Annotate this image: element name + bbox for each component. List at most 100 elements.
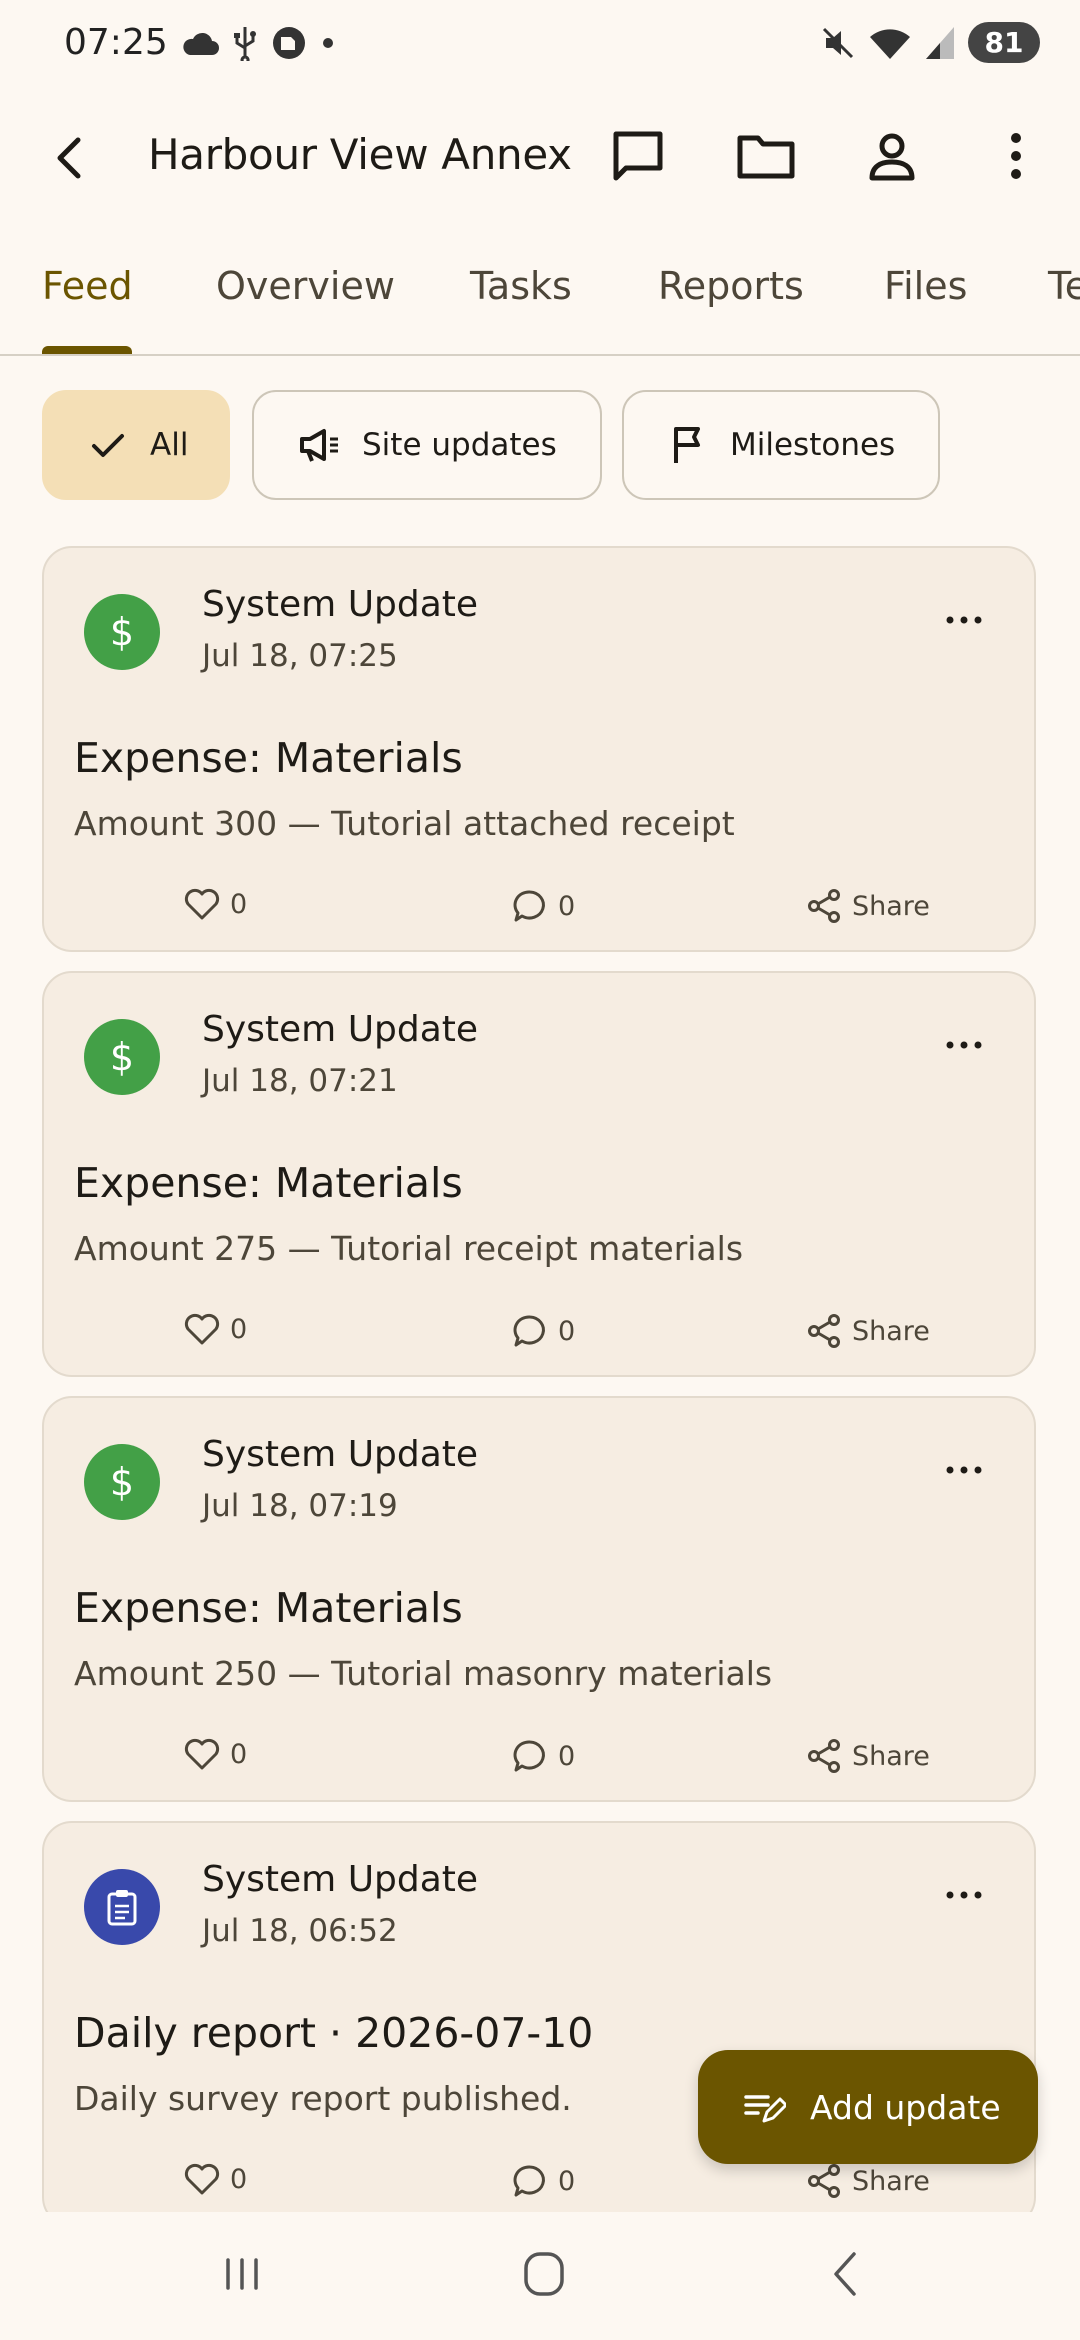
more-horiz-icon [946,616,982,624]
profile-button[interactable] [860,124,924,188]
fab-label: Add update [810,2087,1001,2127]
card-timestamp: Jul 18, 07:19 [202,1488,398,1524]
megaphone-icon [298,425,340,465]
dollar-icon: $ [109,610,135,654]
comment-count: 0 [558,1315,576,1347]
tab-tasks[interactable]: Tasks [470,264,572,308]
card-title: Expense: Materials [74,734,463,782]
heart-icon [184,888,220,920]
chip-label: Milestones [730,427,896,463]
share-icon [808,889,840,923]
more-horiz-icon [946,1891,982,1899]
filter-chip-site-updates[interactable]: Site updates [252,390,602,500]
more-options-button[interactable] [984,124,1048,188]
comment-count: 0 [558,890,576,922]
card-author: System Update [202,1859,479,1900]
tab-reports[interactable]: Reports [658,264,804,308]
more-horiz-icon [946,1041,982,1049]
feed-card[interactable]: $ System Update Jul 18, 07:19 Expense: M… [42,1396,1036,1802]
flag-icon [668,425,708,465]
folder-icon [737,135,795,179]
tab-feed[interactable]: Feed [42,264,133,308]
avatar [84,1869,160,1945]
comment-button[interactable]: 0 [512,1313,575,1349]
share-icon [808,1314,840,1348]
card-body: Amount 250 — Tutorial masonry materials [74,1654,773,1693]
heart-icon [184,1738,220,1770]
tab-files[interactable]: Files [884,264,967,308]
comment-count: 0 [558,1740,576,1772]
share-button[interactable]: Share [806,2163,930,2199]
dollar-icon: $ [109,1460,135,1504]
back-arrow-icon [57,137,81,179]
share-button[interactable]: Share [806,1738,930,1774]
back-icon [834,2252,856,2296]
chat-button[interactable] [606,124,670,188]
dot-icon [320,35,336,51]
status-time: 07:25 [64,22,168,63]
feed-card[interactable]: $ System Update Jul 18, 07:25 Expense: M… [42,546,1036,952]
recents-button[interactable] [202,2242,282,2306]
card-author: System Update [202,1009,479,1050]
filter-chip-all[interactable]: All [42,390,230,500]
mute-icon [820,25,856,61]
tab-partial[interactable]: Te [1048,264,1080,308]
like-button[interactable]: 0 [184,1738,247,1770]
card-more-button[interactable] [934,608,994,632]
dollar-icon: $ [109,1035,135,1079]
like-count: 0 [230,1738,248,1770]
like-count: 0 [230,888,248,920]
comment-icon [513,2165,545,2197]
status-right-icons: 81 [820,22,1040,63]
comment-button[interactable]: 0 [512,888,575,924]
tab-bar: Feed Overview Tasks Reports Files Te [0,250,1080,356]
recents-icon [226,2258,258,2290]
card-body: Amount 275 — Tutorial receipt materials [74,1229,744,1268]
edit-note-icon [742,2087,786,2127]
card-more-button[interactable] [934,1458,994,1482]
card-body: Amount 300 — Tutorial attached receipt [74,804,735,843]
like-button[interactable]: 0 [184,888,247,920]
filter-chip-milestones[interactable]: Milestones [622,390,940,500]
like-button[interactable]: 0 [184,2163,247,2195]
avatar: $ [84,1019,160,1095]
card-timestamp: Jul 18, 07:25 [202,638,398,674]
comment-icon [513,1740,545,1772]
card-timestamp: Jul 18, 07:21 [202,1063,398,1099]
card-author: System Update [202,1434,479,1475]
card-more-button[interactable] [934,1883,994,1907]
status-left-icons [180,24,336,62]
share-label: Share [852,890,930,922]
comment-count: 0 [558,2165,576,2197]
chip-label: All [150,427,189,463]
home-icon [524,2252,564,2296]
card-more-button[interactable] [934,1033,994,1057]
share-button[interactable]: Share [806,888,930,924]
card-body: Daily survey report published. [74,2079,572,2118]
top-app-bar: Harbour View Annex [0,110,1080,198]
like-count: 0 [230,2163,248,2195]
feed-card[interactable]: System Update Jul 18, 06:52 Daily report… [42,1821,1036,2227]
back-button[interactable] [42,128,102,188]
home-button[interactable] [504,2242,584,2306]
feed-card[interactable]: $ System Update Jul 18, 07:21 Expense: M… [42,971,1036,1377]
usb-icon [232,25,258,61]
more-vert-icon [1011,133,1021,179]
tab-overview[interactable]: Overview [216,264,395,308]
battery-icon: 81 [968,22,1040,63]
like-button[interactable]: 0 [184,1313,247,1345]
share-label: Share [852,2165,930,2197]
like-count: 0 [230,1313,248,1345]
cloud-icon [180,29,220,57]
folder-button[interactable] [734,124,798,188]
signal-icon [924,25,956,61]
comment-button[interactable]: 0 [512,1738,575,1774]
card-author: System Update [202,584,479,625]
add-update-button[interactable]: Add update [698,2050,1038,2164]
avatar: $ [84,594,160,670]
card-title: Daily report · 2026-07-10 [74,2009,594,2057]
clipboard-icon [107,1890,137,1926]
back-nav-button[interactable] [806,2242,886,2306]
share-button[interactable]: Share [806,1313,930,1349]
comment-button[interactable]: 0 [512,2163,575,2199]
